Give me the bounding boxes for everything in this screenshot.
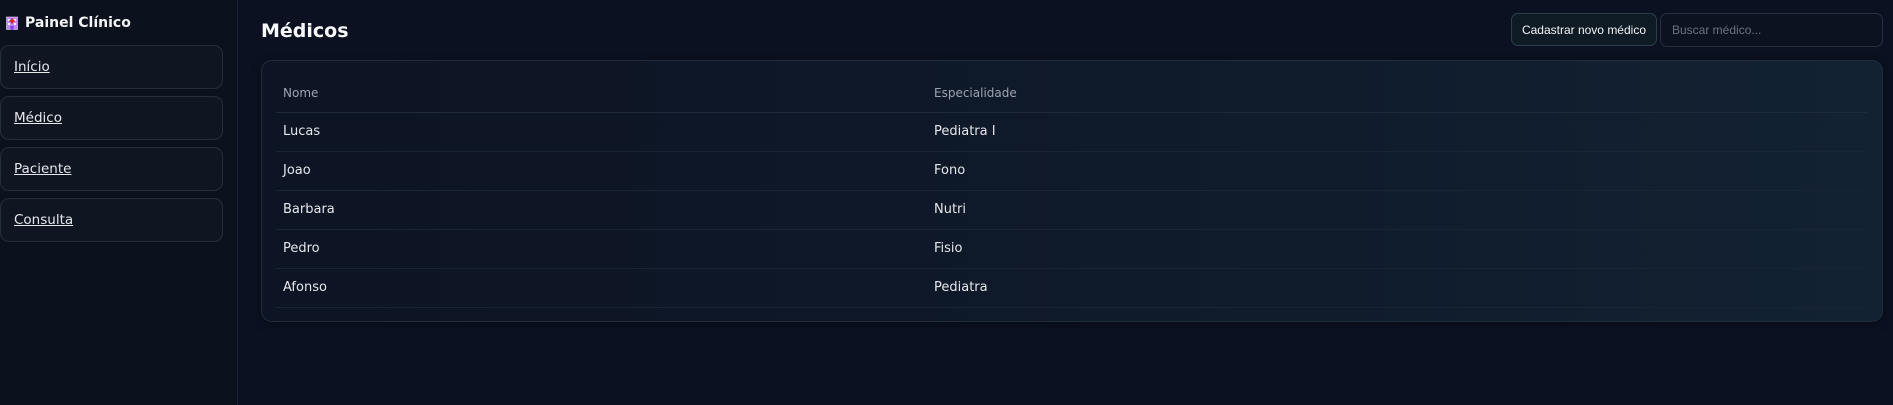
cell-especialidade: Pediatra I	[927, 112, 1868, 152]
cell-especialidade: Fono	[927, 151, 1868, 191]
add-doctor-button[interactable]: Cadastrar novo médico	[1510, 13, 1657, 46]
sidebar-item-paciente[interactable]: Paciente	[0, 147, 223, 191]
brand: Painel Clínico	[0, 13, 237, 33]
cell-nome: Joao	[276, 151, 927, 191]
page-header: Médicos Cadastrar novo médico	[261, 0, 1893, 60]
cell-nome: Lucas	[276, 112, 927, 152]
cell-especialidade: Fisio	[927, 229, 1868, 269]
cell-especialidade: Nutri	[927, 190, 1868, 230]
main-content: Médicos Cadastrar novo médico Nome Espec…	[238, 0, 1893, 405]
page-title: Médicos	[261, 19, 349, 42]
table-row[interactable]: Lucas Pediatra I	[276, 112, 1868, 152]
cell-nome: Afonso	[276, 268, 927, 308]
header-actions: Cadastrar novo médico	[1510, 12, 1883, 47]
cell-nome: Pedro	[276, 229, 927, 269]
sidebar-nav: Início Médico Paciente Consulta	[0, 45, 237, 242]
doctors-table-card: Nome Especialidade Lucas Pediatra I Joao…	[261, 60, 1883, 322]
sidebar-item-inicio[interactable]: Início	[0, 45, 223, 89]
table-row[interactable]: Barbara Nutri	[276, 190, 1868, 230]
column-header-nome: Nome	[276, 74, 927, 113]
table-row[interactable]: Afonso Pediatra	[276, 268, 1868, 308]
app-root: Painel Clínico Início Médico Paciente Co…	[0, 0, 1893, 405]
search-input[interactable]	[1660, 12, 1883, 47]
table-header-row: Nome Especialidade	[276, 74, 1868, 113]
hospital-icon	[6, 16, 18, 30]
cell-nome: Barbara	[276, 190, 927, 230]
column-header-especialidade: Especialidade	[927, 74, 1868, 113]
sidebar-item-medico[interactable]: Médico	[0, 96, 223, 140]
sidebar-item-consulta[interactable]: Consulta	[0, 198, 223, 242]
table-row[interactable]: Joao Fono	[276, 151, 1868, 191]
sidebar: Painel Clínico Início Médico Paciente Co…	[0, 0, 238, 405]
doctors-table: Nome Especialidade Lucas Pediatra I Joao…	[276, 74, 1868, 308]
table-row[interactable]: Pedro Fisio	[276, 229, 1868, 269]
brand-title: Painel Clínico	[25, 15, 131, 31]
cell-especialidade: Pediatra	[927, 268, 1868, 308]
